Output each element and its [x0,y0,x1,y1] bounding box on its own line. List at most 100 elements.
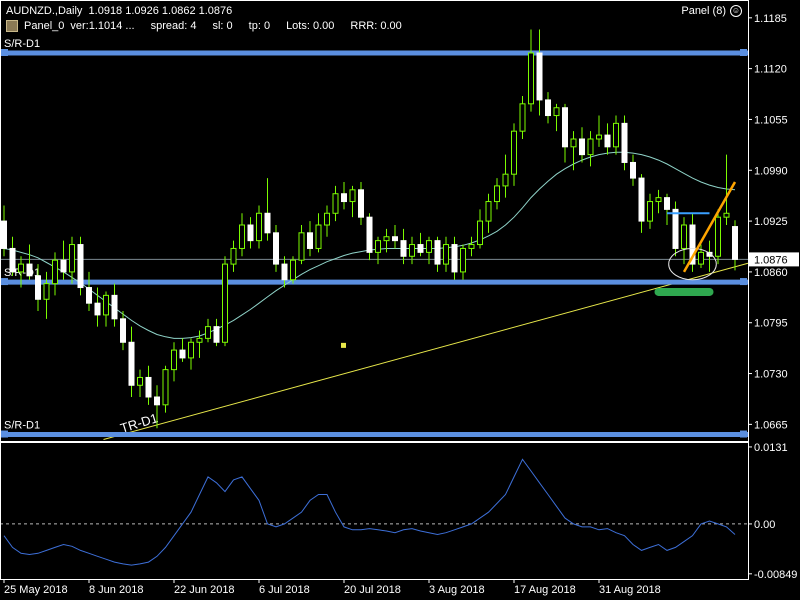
candle-body-bear [247,224,254,242]
x-tick-label: 6 Jul 2018 [259,584,310,596]
candle-body-bear [273,232,279,265]
x-tick-label: 25 May 2018 [4,584,68,596]
axes: 1.1185 1.1120 1.1055 1.0990 1.0925 1.0860 1.07… [0,0,799,596]
y-tick-label: 1.0990 [754,165,788,177]
candle-body-bear [358,189,364,218]
candle-body-bear [264,212,271,234]
sr-line-handle [1,278,8,286]
indicator-pane-frame [0,442,749,580]
panel-info-row: Panel_0 ver:1.1014 ... spread: 4 sl: 0 t… [6,20,412,32]
panel-field-rrr: RRR: 0.00 [350,20,402,32]
candle-body-bear [672,208,679,249]
candle-body-bull [375,240,381,253]
x-tick-label: 17 Aug 2018 [514,584,576,596]
candle-body-bear [60,259,67,273]
panel-button-label: Panel (8) [681,5,726,17]
candle-body-bull [332,193,339,214]
panel-calculator-icon[interactable] [6,20,18,32]
candle-body-bear [638,177,645,222]
candle-body-bear [154,396,160,406]
candle-body-bear [536,52,543,101]
candle-body-bear [307,232,313,249]
candle-body-bull [230,247,237,265]
y-tick-label: 1.1055 [754,114,788,126]
current-price-label: 1.0876 [754,254,788,266]
candle-body-bear [35,275,41,300]
candle-body-bear [579,138,585,156]
main-chart-pane: TR-D1S/R-D1S/R-D1S/R-D1 [0,29,749,441]
trend-line-anchor [341,342,346,348]
indicator-line [3,458,736,566]
candle-body-bull [698,251,704,265]
candle-body-bull [553,107,560,117]
candle-body-bear [26,263,33,277]
candle-body-bull [723,212,730,218]
x-tick-label: 22 Jun 2018 [174,584,235,596]
candle-body-bull [570,138,577,148]
sr-line-label: S/R-D1 [4,420,40,432]
candle-body-bull [477,220,483,246]
candle-body-bull [655,197,662,203]
candle-body-bull [485,201,492,222]
candle-body-bear [94,302,101,316]
sr-line-handle [740,278,747,286]
candle-body-bull [315,224,322,249]
candle-body-bear [434,240,441,265]
panel-button[interactable]: Panel (8) ☺ [681,5,742,17]
x-tick-label: 20 Jul 2018 [344,584,401,596]
candle-body-bull [239,224,245,249]
candle-body-bull [511,130,517,175]
chart-canvas[interactable]: TR-D1S/R-D1S/R-D1S/R-D1 1.1185 1.1120 1.10… [0,0,800,600]
smiley-icon: ☺ [730,5,742,17]
candle-body-bear [621,122,628,163]
ohlc-values: 1.0918 1.0926 1.0862 1.0876 [88,5,233,17]
candle-body-bull [256,212,262,242]
candle-body-bear [341,193,347,203]
candle-body-bear [732,226,738,260]
candle-body-bear [604,134,611,148]
candle-body-bull [443,244,449,265]
candle-body-bull [43,283,50,300]
candle-body-bull [162,369,169,406]
candle-body-bear [9,247,16,273]
candle-body-bear [366,216,373,253]
y-tick-label: 1.1120 [754,64,787,76]
candle-body-bull [468,244,475,249]
candle-body-bull [519,103,526,132]
candle-body-bull [715,216,721,257]
y-tick-label: 1.0795 [754,318,788,330]
x-tick-label: 8 Jun 2018 [89,584,143,596]
candle-body-bull [587,138,594,156]
candle-body-bear [400,240,407,257]
candle-body-bull [188,341,194,359]
main-pane-frame [0,0,749,442]
sr-line-handle [1,430,8,438]
candle-body-bear [1,220,7,249]
candle-body-bear [562,107,568,148]
candle-body-bull [494,185,500,203]
candle-body-bear [392,236,398,242]
candle-body-bull [196,337,203,343]
candle-body-bull [349,189,356,203]
candle-body-bull [426,240,432,253]
y-tick-label: 1.0860 [754,267,788,279]
candle-body-bull [298,232,305,261]
candle-body-bear [128,341,135,386]
indicator-y-tick-label: -0.00849 [754,569,797,581]
candle-body-bear [545,99,551,117]
candle-body-bull [502,173,509,187]
candle-body-bear [145,376,152,398]
candle-body-bull [647,201,653,222]
x-tick-label: 31 Aug 2018 [599,584,661,596]
candle-body-bull [290,259,296,281]
sr-line-handle [740,49,747,56]
candle-body-bear [120,318,126,343]
y-tick-label: 1.1185 [754,13,787,25]
candle-body-bull [69,244,75,273]
y-tick-label: 1.0730 [754,369,788,381]
symbol-name: AUDNZD.,Daily [6,5,83,17]
candle-body-bear [417,244,424,253]
symbol-info: AUDNZD.,Daily 1.0918 1.0926 1.0862 1.087… [6,5,232,17]
candle-body-bull [324,212,330,226]
candle-body-bull [205,326,211,339]
